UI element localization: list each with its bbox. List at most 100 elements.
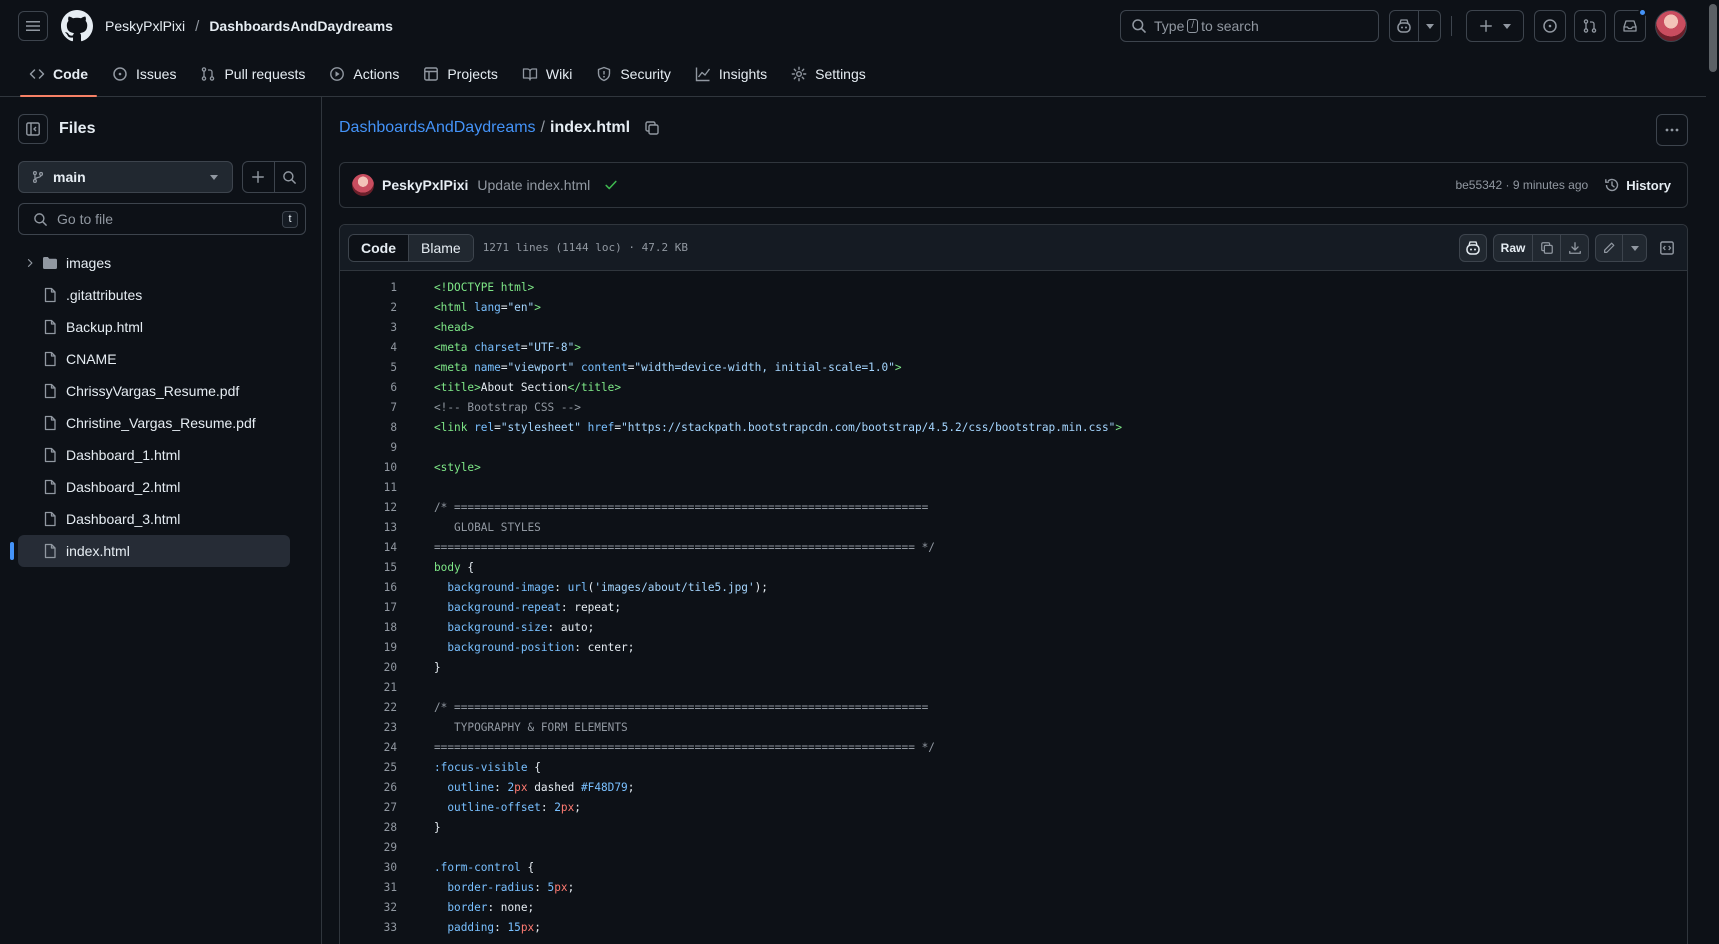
- code-line: 11: [340, 477, 1687, 497]
- line-number[interactable]: 32: [340, 901, 397, 914]
- line-number[interactable]: 9: [340, 441, 397, 454]
- tab-projects[interactable]: Projects: [414, 52, 507, 96]
- line-number[interactable]: 19: [340, 641, 397, 654]
- line-number[interactable]: 8: [340, 421, 397, 434]
- tree-item-file[interactable]: .gitattributes: [18, 279, 290, 311]
- line-number[interactable]: 3: [340, 321, 397, 334]
- tab-actions[interactable]: Actions: [320, 52, 408, 96]
- code-token: content: [574, 360, 628, 374]
- code-view-tab[interactable]: Code: [349, 234, 409, 261]
- code-token: body: [434, 560, 461, 574]
- line-number[interactable]: 13: [340, 521, 397, 534]
- collapse-sidebar-button[interactable]: [18, 114, 48, 144]
- line-number[interactable]: 22: [340, 701, 397, 714]
- line-number[interactable]: 7: [340, 401, 397, 414]
- owner-link[interactable]: PeskyPxlPixi: [105, 18, 185, 34]
- edit-file-button[interactable]: [1595, 234, 1623, 262]
- breadcrumb-repo-link[interactable]: DashboardsAndDaydreams: [339, 119, 536, 137]
- line-number[interactable]: 29: [340, 841, 397, 854]
- tree-item-file[interactable]: Dashboard_1.html: [18, 439, 290, 471]
- github-logo-icon[interactable]: [61, 10, 93, 42]
- search-icon: [1132, 19, 1146, 33]
- line-number[interactable]: 18: [340, 621, 397, 634]
- tree-item-file[interactable]: ChrissyVargas_Resume.pdf: [18, 375, 290, 407]
- line-number[interactable]: 16: [340, 581, 397, 594]
- tab-code[interactable]: Code: [20, 52, 97, 97]
- line-number[interactable]: 15: [340, 561, 397, 574]
- edit-options-dropdown[interactable]: [1623, 234, 1647, 262]
- tree-item-file[interactable]: Christine_Vargas_Resume.pdf: [18, 407, 290, 439]
- check-icon[interactable]: [604, 178, 618, 192]
- more-options-button[interactable]: [1656, 114, 1688, 146]
- line-number[interactable]: 12: [340, 501, 397, 514]
- line-number[interactable]: 31: [340, 881, 397, 894]
- line-number[interactable]: 2: [340, 301, 397, 314]
- copilot-dropdown[interactable]: [1418, 11, 1440, 41]
- line-number[interactable]: 26: [340, 781, 397, 794]
- line-number[interactable]: 23: [340, 721, 397, 734]
- create-new-button[interactable]: [1466, 10, 1524, 42]
- line-number[interactable]: 25: [340, 761, 397, 774]
- line-number[interactable]: 1: [340, 281, 397, 294]
- line-number[interactable]: 4: [340, 341, 397, 354]
- line-number[interactable]: 11: [340, 481, 397, 494]
- line-number[interactable]: 14: [340, 541, 397, 554]
- tab-settings[interactable]: Settings: [782, 52, 875, 96]
- download-button[interactable]: [1561, 234, 1589, 262]
- tab-issues[interactable]: Issues: [103, 52, 185, 96]
- tree-item-file[interactable]: Dashboard_3.html: [18, 503, 290, 535]
- symbols-panel-button[interactable]: [1657, 240, 1677, 256]
- copilot-button[interactable]: [1389, 10, 1441, 42]
- line-number[interactable]: 20: [340, 661, 397, 674]
- tree-item-file-selected[interactable]: index.html: [10, 535, 290, 567]
- line-number[interactable]: 24: [340, 741, 397, 754]
- commit-message[interactable]: Update index.html: [477, 177, 590, 193]
- code-lines[interactable]: 1 <!DOCTYPE html> 2 <html lang="en"> 3 <head>…: [340, 271, 1687, 937]
- line-number[interactable]: 10: [340, 461, 397, 474]
- line-content: background-size: auto;: [434, 621, 594, 634]
- menu-button[interactable]: [18, 11, 48, 41]
- line-number[interactable]: 28: [340, 821, 397, 834]
- blame-view-tab[interactable]: Blame: [409, 234, 473, 261]
- code-token: "UTF-8": [527, 340, 575, 354]
- repo-link[interactable]: DashboardsAndDaydreams: [209, 18, 393, 34]
- line-number[interactable]: 6: [340, 381, 397, 394]
- line-number[interactable]: 27: [340, 801, 397, 814]
- page-scrollbar[interactable]: [1706, 0, 1719, 944]
- tab-pull-requests[interactable]: Pull requests: [191, 52, 314, 96]
- commit-author-avatar[interactable]: [352, 174, 374, 196]
- tree-item-folder[interactable]: images: [18, 247, 290, 279]
- commit-sha-time[interactable]: be55342 · 9 minutes ago: [1455, 178, 1588, 192]
- code-token: : none;: [487, 900, 535, 914]
- tree-item-file[interactable]: Backup.html: [18, 311, 290, 343]
- search-input[interactable]: Type / to search: [1120, 10, 1379, 42]
- line-number[interactable]: 5: [340, 361, 397, 374]
- add-file-button[interactable]: [243, 162, 274, 192]
- sidebar-title: Files: [59, 120, 96, 137]
- tree-item-file[interactable]: Dashboard_2.html: [18, 471, 290, 503]
- line-number[interactable]: 21: [340, 681, 397, 694]
- user-avatar[interactable]: [1655, 10, 1687, 42]
- tab-wiki[interactable]: Wiki: [513, 52, 581, 96]
- history-button[interactable]: History: [1604, 177, 1671, 193]
- go-to-file-input[interactable]: Go to file t: [18, 203, 306, 235]
- search-tree-button[interactable]: [273, 162, 306, 192]
- tab-insights[interactable]: Insights: [686, 52, 776, 96]
- line-number[interactable]: 33: [340, 921, 397, 934]
- line-number[interactable]: 30: [340, 861, 397, 874]
- commit-author[interactable]: PeskyPxlPixi: [382, 177, 468, 193]
- copy-path-button[interactable]: [644, 120, 660, 136]
- raw-button[interactable]: Raw: [1493, 234, 1533, 262]
- copy-raw-button[interactable]: [1533, 234, 1561, 262]
- code-token: px: [520, 920, 535, 934]
- line-number[interactable]: 17: [340, 601, 397, 614]
- inbox-button[interactable]: [1614, 8, 1647, 42]
- scrollbar-thumb[interactable]: [1709, 4, 1717, 72]
- branch-selector[interactable]: main: [18, 161, 233, 193]
- tree-item-file[interactable]: CNAME: [18, 343, 290, 375]
- tab-security[interactable]: Security: [587, 52, 680, 96]
- line-content: <head>: [434, 321, 474, 334]
- issues-shortcut-button[interactable]: [1534, 10, 1566, 42]
- pull-requests-shortcut-button[interactable]: [1574, 10, 1606, 42]
- copilot-ask-button[interactable]: [1459, 234, 1487, 262]
